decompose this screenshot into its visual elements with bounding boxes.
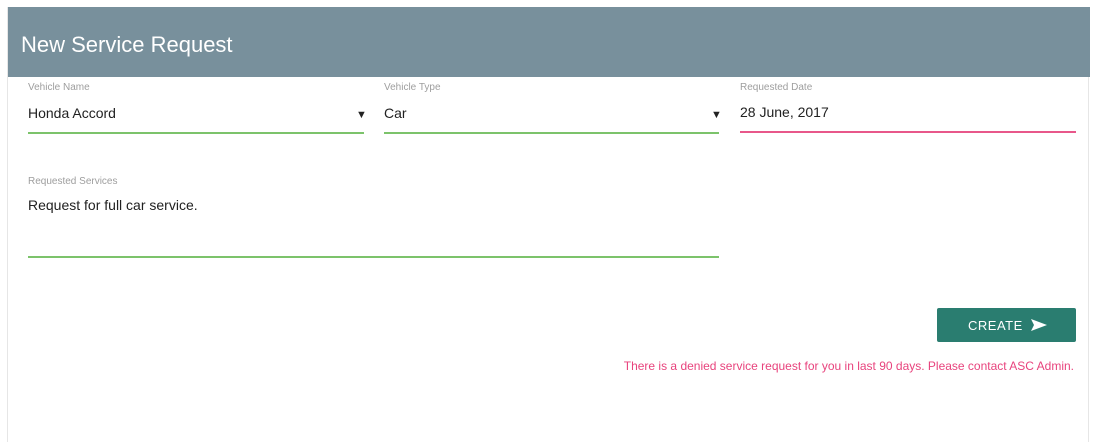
requested-services-value: Request for full car service. — [28, 197, 198, 213]
vehicle-type-value: Car — [384, 105, 407, 121]
chevron-down-icon[interactable]: ▼ — [711, 109, 722, 121]
vehicle-name-underline — [28, 132, 364, 134]
vehicle-name-value: Honda Accord — [28, 105, 116, 121]
vehicle-type-label: Vehicle Type — [384, 82, 441, 93]
vehicle-name-label: Vehicle Name — [28, 82, 90, 93]
create-button[interactable]: CREATE — [937, 308, 1076, 342]
card-header: New Service Request — [8, 7, 1090, 77]
vehicle-name-select[interactable]: Vehicle Name Honda Accord ▼ — [28, 82, 367, 138]
requested-date-label: Requested Date — [740, 82, 813, 93]
error-message: There is a denied service request for yo… — [623, 359, 1074, 373]
requested-date-value: 28 June, 2017 — [740, 104, 829, 120]
vehicle-type-underline — [384, 132, 719, 134]
send-icon — [1031, 319, 1047, 331]
requested-date-underline — [740, 131, 1076, 133]
requested-services-label: Requested Services — [28, 176, 118, 187]
requested-date-field[interactable]: Requested Date 28 June, 2017 — [740, 82, 1076, 138]
service-request-card: New Service Request Vehicle Name Honda A… — [7, 7, 1090, 442]
page-title: New Service Request — [21, 32, 233, 57]
create-button-label: CREATE — [968, 318, 1023, 333]
chevron-down-icon[interactable]: ▼ — [356, 109, 367, 121]
requested-services-textarea[interactable]: Requested Services Request for full car … — [28, 176, 719, 262]
vehicle-type-select[interactable]: Vehicle Type Car ▼ — [384, 82, 722, 138]
requested-services-underline — [28, 256, 719, 258]
